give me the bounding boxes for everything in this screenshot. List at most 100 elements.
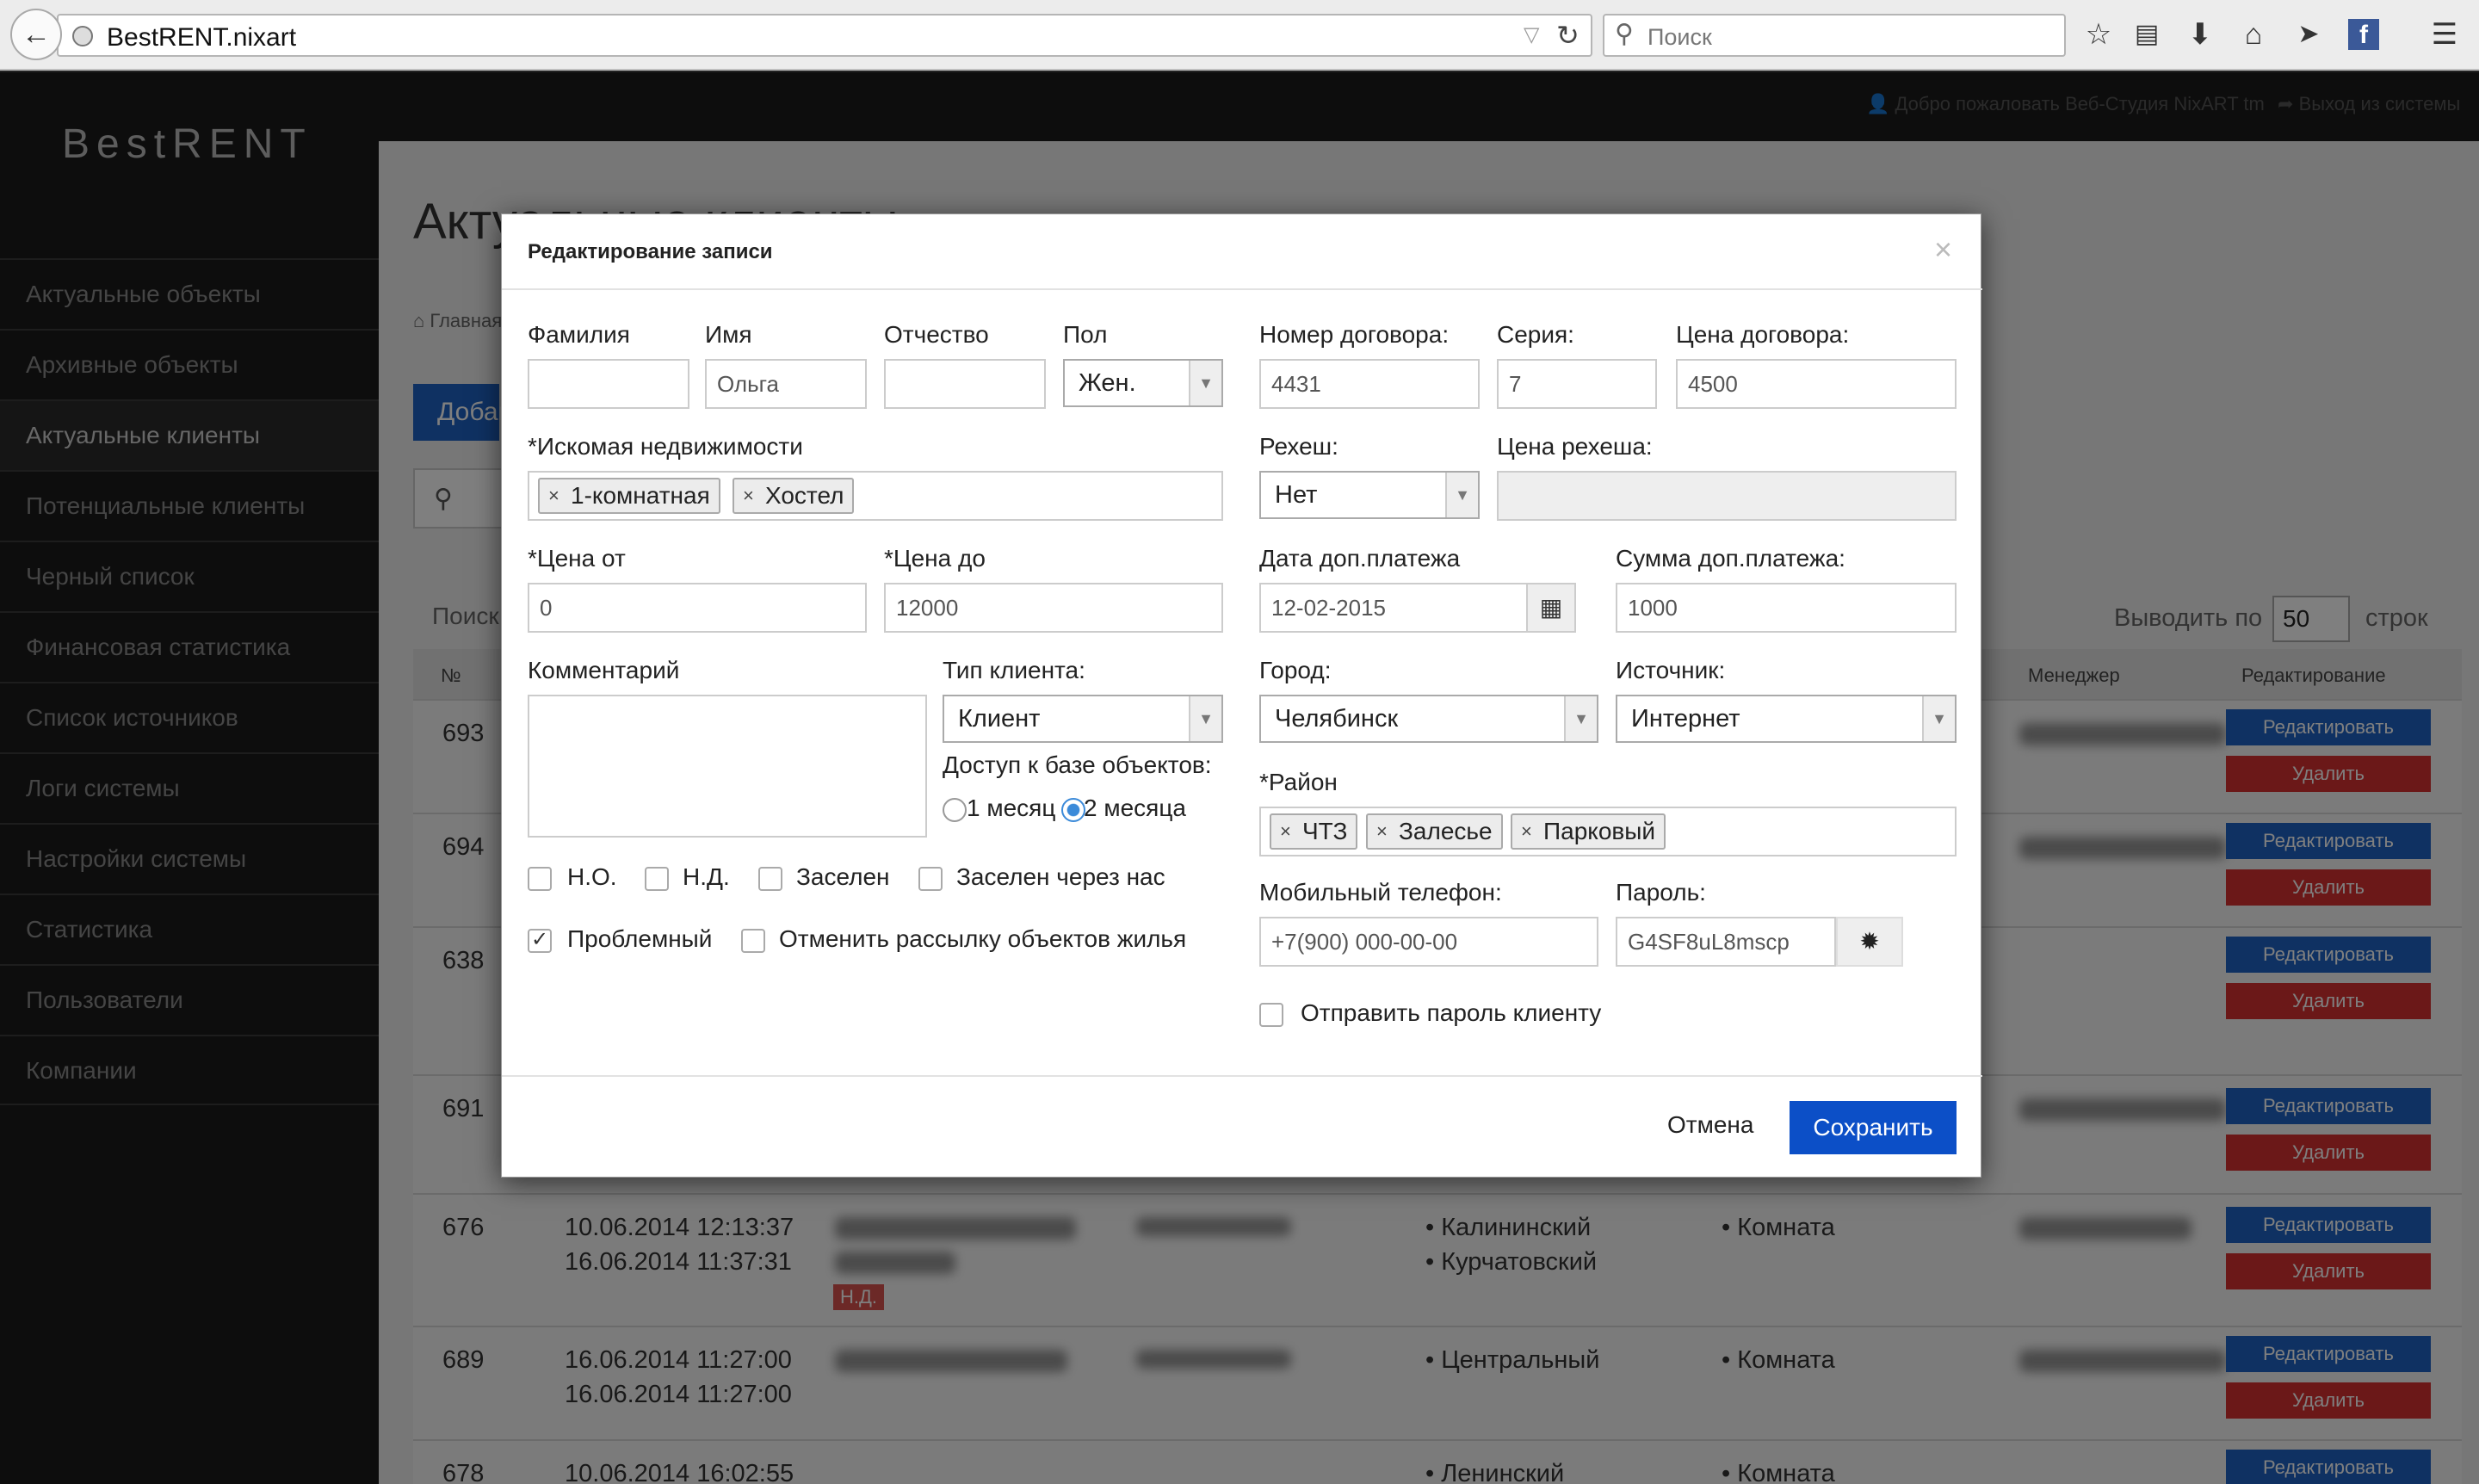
price-to-input[interactable]: 12000 bbox=[884, 583, 1223, 633]
contract-price-input[interactable]: 4500 bbox=[1676, 359, 1957, 409]
password-input[interactable]: G4SF8uL8mscp bbox=[1616, 917, 1836, 967]
extra-sum-input[interactable]: 1000 bbox=[1616, 583, 1957, 633]
access-2-months-label[interactable]: 2 месяца bbox=[1084, 795, 1186, 822]
cancel-button[interactable]: Отмена bbox=[1667, 1111, 1753, 1139]
price-from-input[interactable]: 0 bbox=[528, 583, 867, 633]
property-tag[interactable]: × 1-комнатная bbox=[538, 478, 720, 514]
city-select[interactable]: Челябинск ▼ bbox=[1259, 695, 1598, 743]
back-button[interactable]: ← bbox=[10, 9, 62, 60]
download-icon[interactable]: ⬇ bbox=[2181, 15, 2219, 53]
show-password-icon[interactable]: ✹ bbox=[1836, 917, 1903, 967]
remove-tag-icon[interactable]: × bbox=[1521, 815, 1532, 848]
access-2-months-radio[interactable] bbox=[1061, 798, 1085, 822]
chevron-down-icon: ▼ bbox=[1189, 696, 1221, 741]
send-icon[interactable]: ➤ bbox=[2290, 15, 2328, 53]
calendar-icon[interactable]: ▦ bbox=[1526, 583, 1576, 633]
tag-label: ЧТЗ bbox=[1302, 818, 1348, 844]
price-to-label: *Цена до bbox=[884, 545, 986, 572]
cancel-mailing-checkbox-label[interactable]: Отменить рассылку объектов жилья bbox=[779, 925, 1186, 953]
address-bar[interactable]: BestRENT.nixart ▽ ↻ bbox=[57, 14, 1592, 57]
lastname-input[interactable] bbox=[528, 359, 689, 409]
resale-value: Нет bbox=[1275, 481, 1318, 509]
lastname-label: Фамилия bbox=[528, 321, 630, 348]
close-icon[interactable]: × bbox=[1934, 232, 1952, 268]
remove-tag-icon[interactable]: × bbox=[1280, 815, 1291, 848]
no-checkbox-label[interactable]: Н.О. bbox=[567, 863, 617, 891]
chevron-down-icon: ▼ bbox=[1445, 473, 1478, 517]
search-placeholder: Поиск bbox=[1648, 24, 1712, 50]
city-value: Челябинск bbox=[1275, 705, 1399, 733]
send-password-checkbox[interactable] bbox=[1259, 1003, 1283, 1027]
resale-select[interactable]: Нет ▼ bbox=[1259, 471, 1480, 519]
extra-date-input[interactable]: 12-02-2015 bbox=[1259, 583, 1528, 633]
home-icon[interactable]: ⌂ bbox=[2235, 15, 2272, 53]
save-button[interactable]: Сохранить bbox=[1790, 1101, 1957, 1154]
access-1-month-radio[interactable] bbox=[943, 798, 967, 822]
footer-divider bbox=[502, 1075, 1982, 1077]
patronymic-input[interactable] bbox=[884, 359, 1046, 409]
price-from-label: *Цена от bbox=[528, 545, 626, 572]
tag-label: Парковый bbox=[1543, 818, 1656, 844]
no-checkbox[interactable] bbox=[528, 867, 552, 891]
reload-icon[interactable]: ↻ bbox=[1556, 19, 1580, 52]
district-tag[interactable]: × ЧТЗ bbox=[1270, 813, 1358, 850]
series-input[interactable]: 7 bbox=[1497, 359, 1657, 409]
facebook-icon[interactable]: f bbox=[2348, 19, 2379, 50]
problem-checkbox-label[interactable]: Проблемный bbox=[567, 925, 712, 953]
settled-checkbox-label[interactable]: Заселен bbox=[796, 863, 890, 891]
client-type-select[interactable]: Клиент ▼ bbox=[943, 695, 1223, 743]
url-text[interactable]: BestRENT.nixart bbox=[107, 23, 296, 53]
property-tags-input[interactable]: × 1-комнатная × Хостел bbox=[528, 471, 1223, 521]
remove-tag-icon[interactable]: × bbox=[548, 479, 559, 512]
city-label: Город: bbox=[1259, 657, 1332, 683]
edit-record-dialog: Редактирование записи × Фамилия Имя Ольг… bbox=[501, 213, 1982, 1178]
nd-checkbox-label[interactable]: Н.Д. bbox=[683, 863, 730, 891]
resale-price-input[interactable] bbox=[1497, 471, 1957, 521]
phone-input[interactable]: +7(900) 000-00-00 bbox=[1259, 917, 1598, 967]
dropdown-history-icon[interactable]: ▽ bbox=[1524, 22, 1539, 47]
source-value: Интернет bbox=[1631, 705, 1740, 733]
comment-textarea[interactable] bbox=[528, 695, 927, 838]
settled-checkbox[interactable] bbox=[758, 867, 782, 891]
district-tag[interactable]: × Залесье bbox=[1366, 813, 1503, 850]
checkmark-icon: ✓ bbox=[530, 928, 549, 951]
client-type-label: Тип клиента: bbox=[943, 657, 1085, 683]
property-label: *Искомая недвижимости bbox=[528, 433, 803, 460]
header-divider bbox=[502, 288, 1982, 290]
property-tag[interactable]: × Хостел bbox=[733, 478, 855, 514]
contract-label: Номер договора: bbox=[1259, 321, 1450, 348]
district-tag[interactable]: × Парковый bbox=[1511, 813, 1666, 850]
gender-select[interactable]: Жен. ▼ bbox=[1063, 359, 1223, 407]
browser-toolbar: BestRENT.nixart ▽ ↻ ← ⚲ Поиск ☆ ▤ ⬇ ⌂ ➤ … bbox=[0, 0, 2479, 71]
reading-list-icon[interactable]: ▤ bbox=[2128, 15, 2166, 53]
access-label: Доступ к базе объектов: bbox=[943, 751, 1212, 778]
series-label: Серия: bbox=[1497, 321, 1574, 348]
search-icon: ⚲ bbox=[1615, 20, 1634, 48]
search-box[interactable]: ⚲ Поиск bbox=[1603, 14, 2066, 57]
remove-tag-icon[interactable]: × bbox=[1376, 815, 1388, 848]
extra-sum-label: Сумма доп.платежа: bbox=[1616, 545, 1845, 572]
gender-label: Пол bbox=[1063, 321, 1108, 348]
district-tags-input[interactable]: × ЧТЗ × Залесье × Парковый bbox=[1259, 807, 1957, 856]
contract-price-label: Цена договора: bbox=[1676, 321, 1850, 348]
problem-checkbox[interactable]: ✓ bbox=[528, 929, 552, 953]
contract-input[interactable]: 4431 bbox=[1259, 359, 1480, 409]
bookmark-star-icon[interactable]: ☆ bbox=[2080, 15, 2117, 53]
cancel-mailing-checkbox[interactable] bbox=[741, 929, 765, 953]
chevron-down-icon: ▼ bbox=[1922, 696, 1955, 741]
firstname-input[interactable]: Ольга bbox=[705, 359, 867, 409]
nd-checkbox[interactable] bbox=[645, 867, 669, 891]
client-type-value: Клиент bbox=[958, 705, 1041, 733]
send-password-label[interactable]: Отправить пароль клиенту bbox=[1301, 999, 1601, 1027]
tag-label: 1-комнатная bbox=[571, 482, 710, 509]
password-label: Пароль: bbox=[1616, 879, 1706, 906]
remove-tag-icon[interactable]: × bbox=[743, 479, 754, 512]
source-select[interactable]: Интернет ▼ bbox=[1616, 695, 1957, 743]
settled-via-checkbox-label[interactable]: Заселен через нас bbox=[956, 863, 1165, 891]
menu-icon[interactable]: ☰ bbox=[2426, 15, 2464, 53]
extra-date-label: Дата доп.платежа bbox=[1259, 545, 1461, 572]
access-1-month-label[interactable]: 1 месяц bbox=[967, 795, 1055, 822]
back-arrow-icon: ← bbox=[22, 17, 51, 51]
resale-label: Рехеш: bbox=[1259, 433, 1338, 460]
settled-via-checkbox[interactable] bbox=[918, 867, 943, 891]
